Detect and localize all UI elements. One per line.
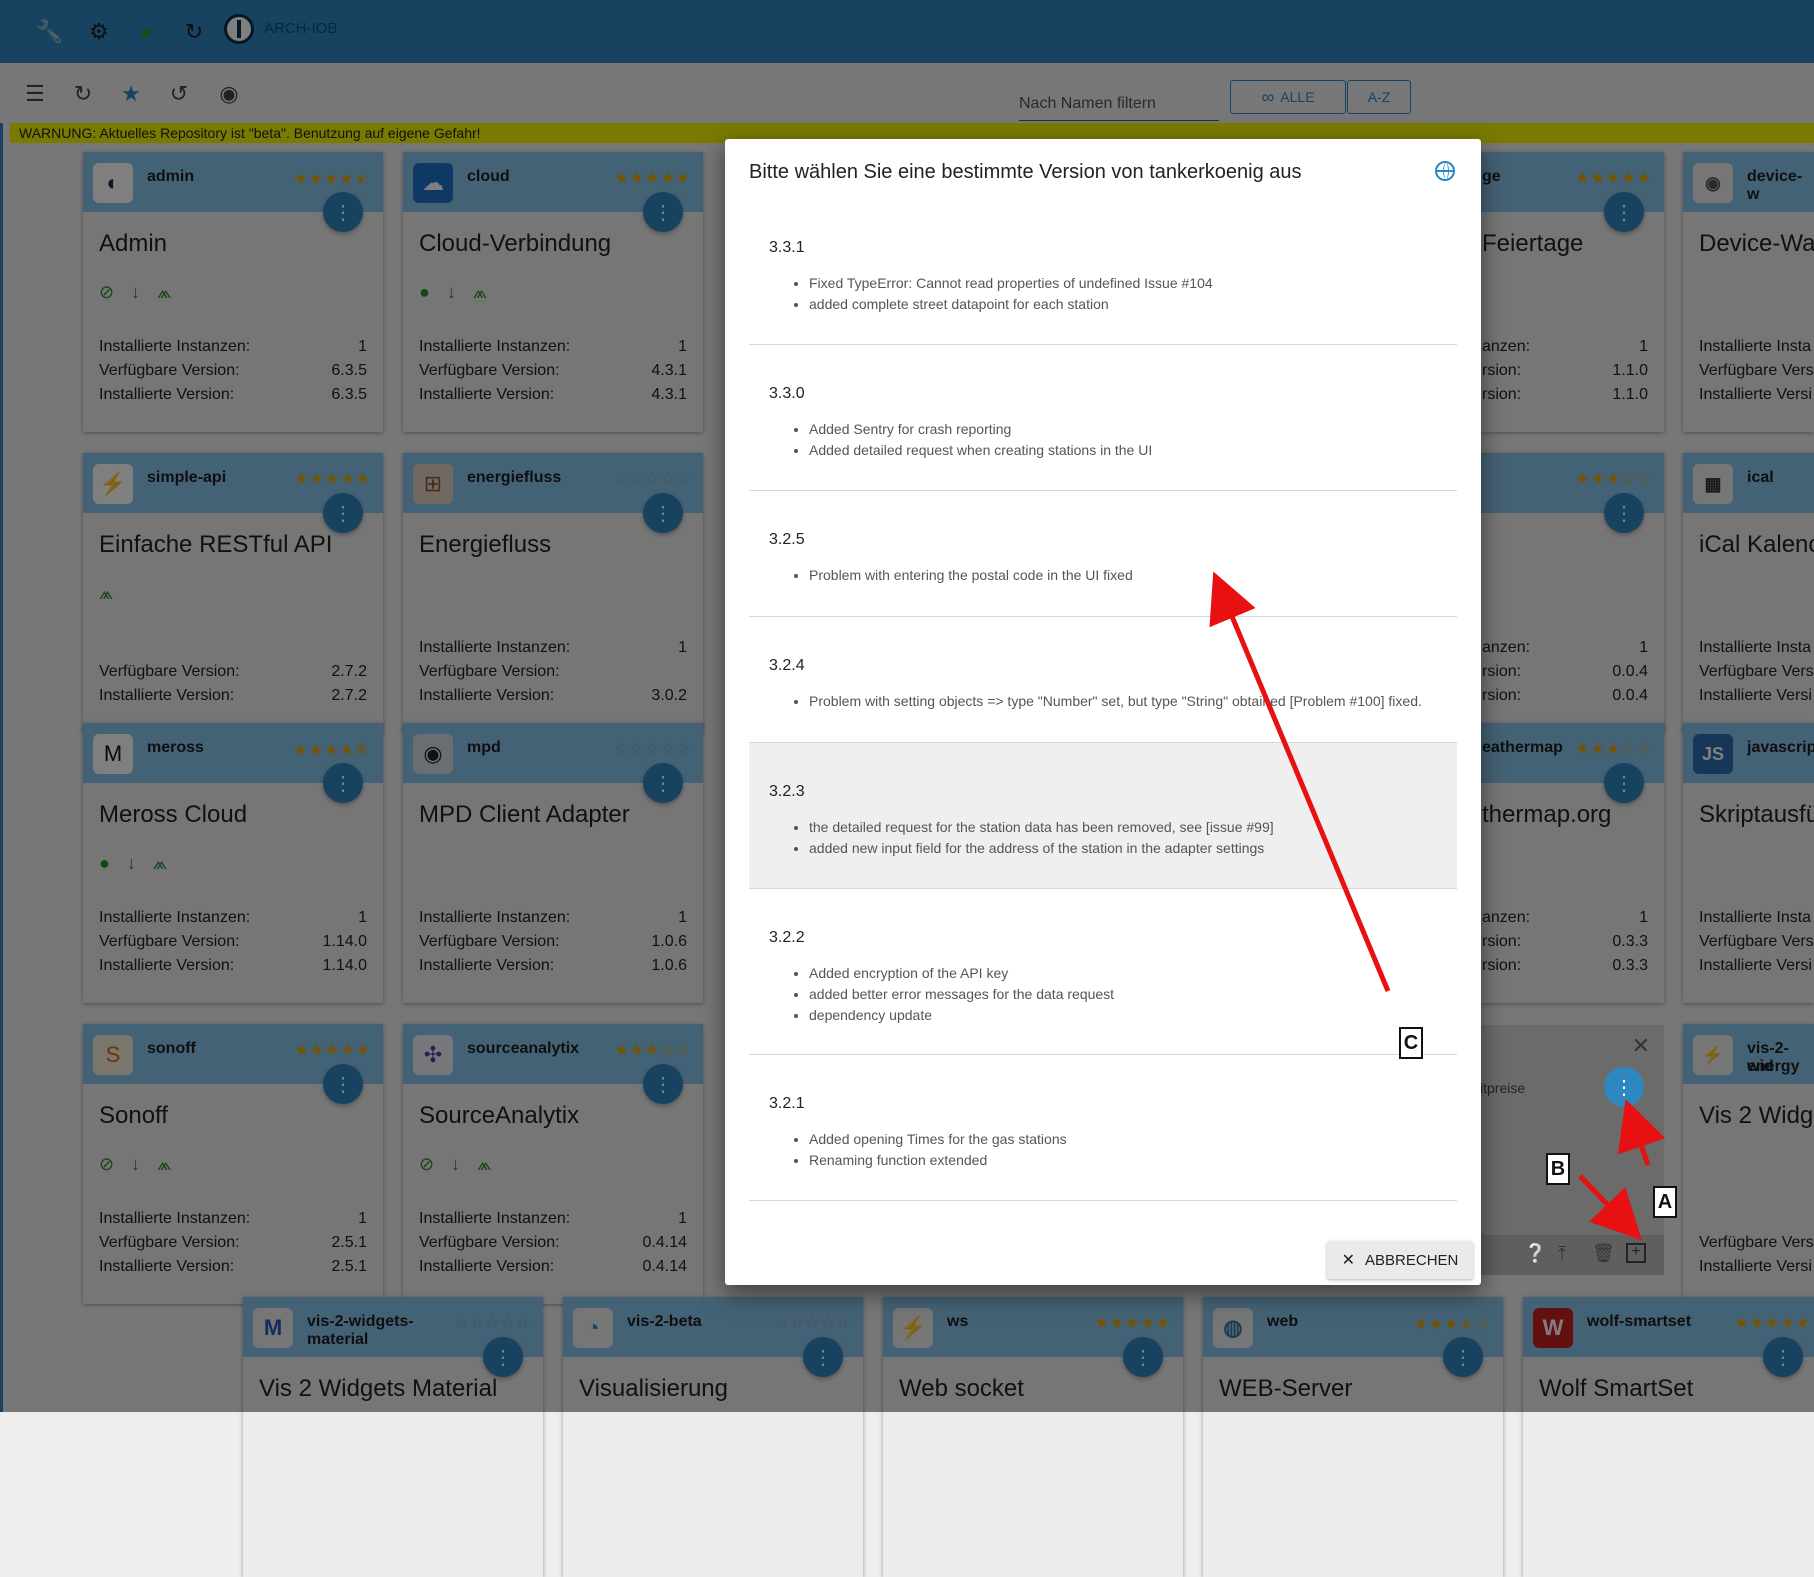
card-menu-button[interactable]: ⋮ <box>1604 1067 1644 1107</box>
install-version-icon[interactable]: + <box>1626 1243 1646 1263</box>
globe-icon[interactable] <box>1435 161 1455 181</box>
changelog-notes: Problem with setting objects => type "Nu… <box>791 691 1422 712</box>
version-number: 3.2.2 <box>769 929 805 946</box>
version-dialog: Bitte wählen Sie eine bestimmte Version … <box>725 139 1481 1285</box>
help-icon[interactable]: ❔ <box>1524 1243 1546 1264</box>
dialog-title: Bitte wählen Sie eine bestimmte Version … <box>749 161 1302 183</box>
version-item[interactable]: 3.2.1Added opening Times for the gas sta… <box>749 1055 1457 1201</box>
close-icon[interactable]: ✕ <box>1632 1033 1650 1059</box>
changelog-entry: Problem with entering the postal code in… <box>809 565 1133 586</box>
changelog-notes: Added encryption of the API keyadded bet… <box>791 963 1114 1026</box>
changelog-entry: Added detailed request when creating sta… <box>809 440 1152 461</box>
highlighted-card-area: itpreise ✕ ⋮ ❔ ⤒ 🗑 + <box>1480 1025 1664 1275</box>
changelog-notes: the detailed request for the station dat… <box>791 817 1274 859</box>
version-item[interactable]: 3.2.4Problem with setting objects => typ… <box>749 617 1457 743</box>
version-item[interactable]: 3.3.0Added Sentry for crash reportingAdd… <box>749 345 1457 491</box>
close-icon: ✕ <box>1341 1252 1356 1269</box>
changelog-entry: Fixed TypeError: Cannot read properties … <box>809 273 1213 294</box>
version-number: 3.2.3 <box>769 783 805 800</box>
delete-icon[interactable]: 🗑 <box>1592 1243 1615 1264</box>
cancel-label: ABBRECHEN <box>1365 1251 1459 1269</box>
version-number: 3.3.0 <box>769 385 805 402</box>
changelog-entry: Renaming function extended <box>809 1150 1067 1171</box>
version-item[interactable]: 3.3.1Fixed TypeError: Cannot read proper… <box>749 199 1457 345</box>
version-number: 3.2.5 <box>769 531 805 548</box>
changelog-entry: added complete street datapoint for each… <box>809 294 1213 315</box>
card-actions: ❔ ⤒ 🗑 + <box>1480 1235 1664 1275</box>
annotation-label-a: A <box>1653 1186 1677 1218</box>
version-item[interactable]: 3.2.5Problem with entering the postal co… <box>749 491 1457 617</box>
cancel-button[interactable]: ✕ ABBRECHEN <box>1327 1241 1473 1279</box>
changelog-entry: Added Sentry for crash reporting <box>809 419 1152 440</box>
changelog-entry: Added encryption of the API key <box>809 963 1114 984</box>
changelog-entry: added new input field for the address of… <box>809 838 1274 859</box>
changelog-entry: Problem with setting objects => type "Nu… <box>809 691 1422 712</box>
annotation-label-c: C <box>1399 1027 1423 1059</box>
version-list: 3.3.1Fixed TypeError: Cannot read proper… <box>749 199 1457 1201</box>
changelog-notes: Added Sentry for crash reportingAdded de… <box>791 419 1152 461</box>
annotation-label-b: B <box>1546 1153 1570 1185</box>
version-item[interactable]: 3.2.3the detailed request for the statio… <box>749 743 1457 889</box>
version-number: 3.2.1 <box>769 1095 805 1112</box>
changelog-notes: Fixed TypeError: Cannot read properties … <box>791 273 1213 315</box>
version-number: 3.3.1 <box>769 239 805 256</box>
changelog-entry: the detailed request for the station dat… <box>809 817 1274 838</box>
changelog-notes: Added opening Times for the gas stations… <box>791 1129 1067 1171</box>
version-number: 3.2.4 <box>769 657 805 674</box>
upload-icon[interactable]: ⤒ <box>1558 1243 1566 1264</box>
changelog-entry: Added opening Times for the gas stations <box>809 1129 1067 1150</box>
changelog-entry: added better error messages for the data… <box>809 984 1114 1005</box>
changelog-notes: Problem with entering the postal code in… <box>791 565 1133 586</box>
version-item[interactable]: 3.2.2Added encryption of the API keyadde… <box>749 889 1457 1055</box>
card-subtitle: itpreise <box>1480 1080 1526 1096</box>
changelog-entry: dependency update <box>809 1005 1114 1026</box>
